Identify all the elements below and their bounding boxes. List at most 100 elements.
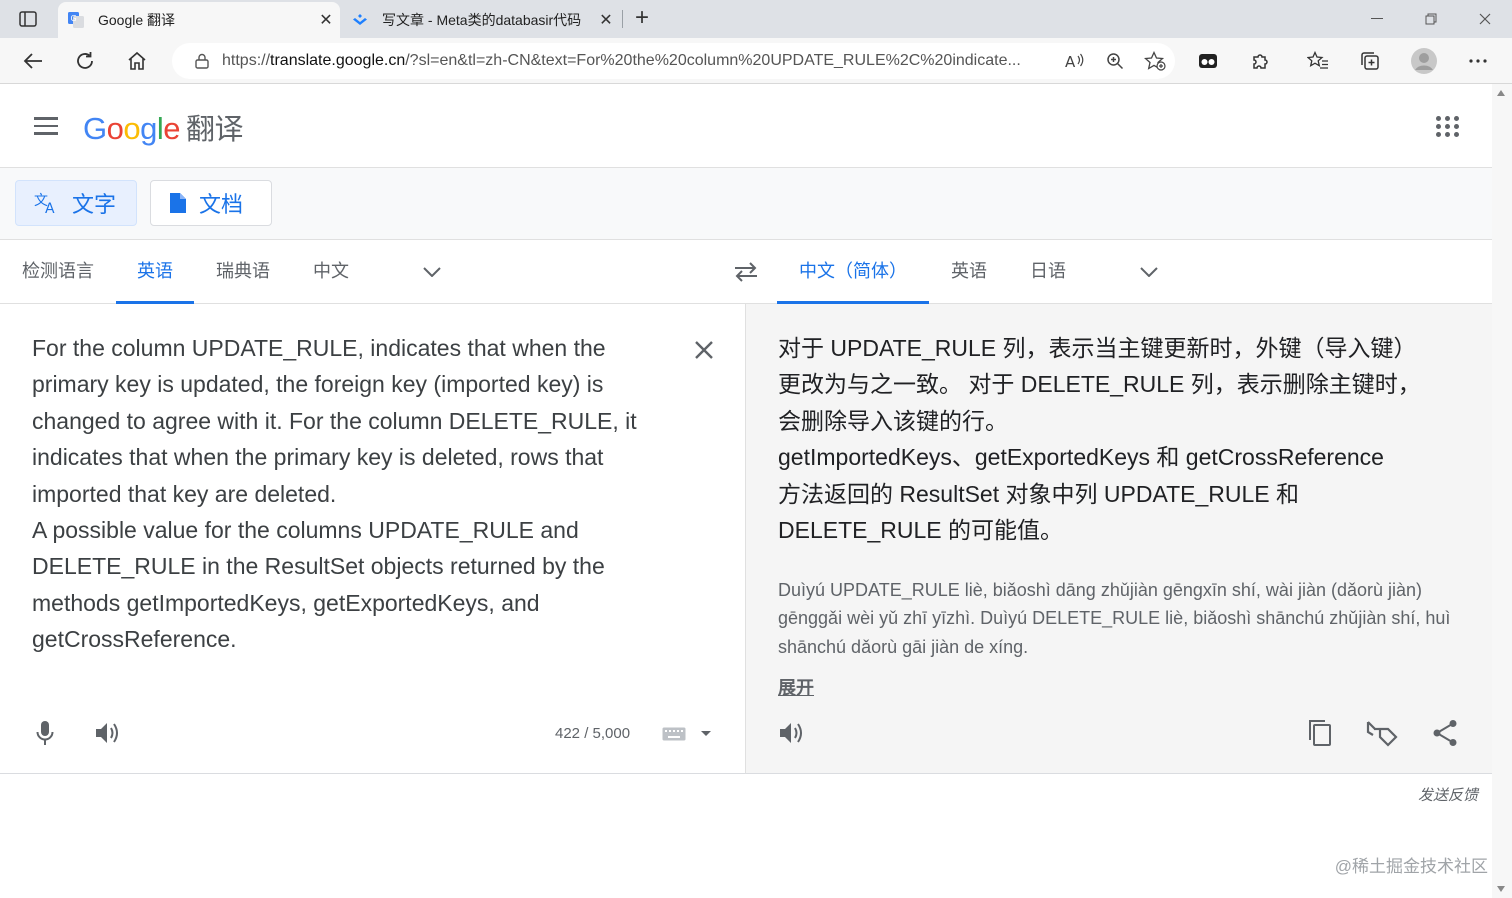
virtual-keyboard-button[interactable] [662,727,686,741]
source-text-input[interactable]: For the column UPDATE_RULE, indicates th… [32,330,652,658]
profile-button[interactable] [1407,44,1441,78]
home-icon [128,51,146,70]
google-translate-favicon-icon: G [68,12,84,28]
arrow-left-icon [23,53,42,69]
main-menu-button[interactable] [28,110,64,142]
browser-tabstrip: G Google 翻译 ✕ 写文章 - Meta类的databasir代码 ✕ … [0,0,1512,38]
document-mode-button[interactable]: 文档 [150,180,272,226]
zoom-icon[interactable] [1095,52,1135,70]
translation-line: DELETE_RULE 的可能值。 [778,517,1064,544]
tab-separator [622,10,623,28]
send-feedback-link[interactable]: 发送反馈 [1418,784,1478,805]
text-mode-button[interactable]: 文A 文字 [15,180,137,226]
transliteration-text: Duìyú UPDATE_RULE liè, biǎoshì dāng zhǔj… [778,580,1451,657]
expand-link[interactable]: 展开 [778,674,814,700]
copy-icon [1309,720,1331,746]
add-favorite-icon[interactable] [1135,51,1175,71]
mode-selector: 文A 文字 文档 [0,168,1492,240]
tab-title: 写文章 - Meta类的databasir代码 [382,12,582,28]
svg-text:A: A [45,201,55,215]
favorites-icon [1307,51,1328,69]
ellipsis-icon [1469,59,1487,63]
lock-icon [182,53,222,69]
translation-line: 方法返回的 ResultSet 对象中列 UPDATE_RULE 和 [778,480,1300,507]
google-translate-logo[interactable]: Google 翻译 [83,106,244,148]
speaker-icon [96,723,118,743]
translate-icon: 文A [34,193,55,215]
keyboard-options-button[interactable] [700,725,714,739]
voice-input-button[interactable] [27,715,63,751]
tab-juejin-editor[interactable]: 写文章 - Meta类的databasir代码 ✕ [342,2,620,38]
source-lang-detect[interactable]: 检测语言 [20,240,96,304]
source-lang-more-button[interactable] [420,260,444,284]
listen-source-button[interactable] [90,715,126,751]
favorites-button[interactable] [1301,44,1335,78]
chevron-down-icon [1140,267,1158,277]
close-icon [695,341,713,359]
language-bar: 检测语言 英语 瑞典语 中文 中文（简体） 英语 日语 [0,240,1492,304]
share-icon [1433,720,1457,746]
document-mode-label: 文档 [199,192,244,217]
character-count: 422 / 5,000 [555,725,631,742]
extension-mask-icon [1199,54,1217,68]
collections-button[interactable] [1353,44,1387,78]
extensions-button[interactable] [1243,44,1277,78]
target-lang-english[interactable]: 英语 [948,240,990,304]
caret-down-icon [701,731,711,736]
home-button[interactable] [120,44,154,78]
source-lang-swedish[interactable]: 瑞典语 [213,240,273,304]
close-tab-icon[interactable]: ✕ [592,10,620,30]
puzzle-icon [1253,54,1268,69]
rate-translation-button[interactable] [1364,715,1400,751]
read-aloud-icon[interactable]: A [1055,52,1095,70]
apps-grid-icon [1436,115,1441,121]
listen-translation-button[interactable] [774,715,810,751]
source-lang-chinese[interactable]: 中文 [310,240,352,304]
close-window-icon[interactable] [1458,0,1512,38]
hamburger-icon [34,117,58,120]
translation-footer [746,707,1492,755]
chevron-down-icon [423,267,441,277]
url-text: https://translate.google.cn/?sl=en&tl=zh… [222,52,1021,69]
text-mode-label: 文字 [72,192,117,217]
document-icon [170,193,186,213]
translation-line: 会删除导入该键的行。 [778,407,1008,434]
minimize-icon[interactable] [1350,0,1404,38]
svg-text:A: A [1065,53,1076,70]
swap-icon [735,262,757,282]
translation-panel: 对于 UPDATE_RULE 列，表示当主键更新时，外键（导入键） 更改为与之一… [746,304,1492,774]
scroll-up-icon[interactable] [1497,90,1505,96]
avatar-icon [1411,48,1437,74]
juejin-favicon-icon [352,12,368,28]
target-lang-chinese-simplified[interactable]: 中文（简体） [777,240,929,304]
translation-line: 对于 UPDATE_RULE 列，表示当主键更新时，外键（导入键） [778,335,1417,361]
page-header: Google 翻译 [0,84,1492,168]
new-tab-button[interactable]: + [628,4,656,32]
copy-translation-button[interactable] [1302,715,1338,751]
page-scrollbar[interactable] [1492,84,1512,898]
address-bar[interactable]: https://translate.google.cn/?sl=en&tl=zh… [172,43,1175,79]
reload-icon [77,52,93,69]
swap-languages-button[interactable] [730,258,762,286]
reload-button[interactable] [68,44,102,78]
tab-google-translate[interactable]: G Google 翻译 ✕ [58,2,340,38]
target-lang-japanese[interactable]: 日语 [1027,240,1069,304]
restore-icon[interactable] [1404,0,1458,38]
tab-actions-button[interactable] [0,0,56,38]
speaker-icon [780,723,802,743]
source-lang-english[interactable]: 英语 [116,240,194,304]
target-lang-more-button[interactable] [1137,260,1161,284]
keyboard-icon [662,727,686,741]
feedback-edit-icon [1366,721,1398,747]
back-button[interactable] [16,44,50,78]
extension-button[interactable] [1191,44,1225,78]
collections-icon [1361,52,1379,70]
google-apps-button[interactable] [1434,112,1462,140]
share-translation-button[interactable] [1427,715,1463,751]
tab-title: Google 翻译 [98,12,176,28]
translation-line: 更改为与之一致。 对于 DELETE_RULE 列，表示删除主键时， [778,371,1421,398]
scroll-down-icon[interactable] [1497,886,1505,892]
close-tab-icon[interactable]: ✕ [312,10,340,30]
clear-source-button[interactable] [690,336,718,364]
more-menu-button[interactable] [1461,44,1495,78]
